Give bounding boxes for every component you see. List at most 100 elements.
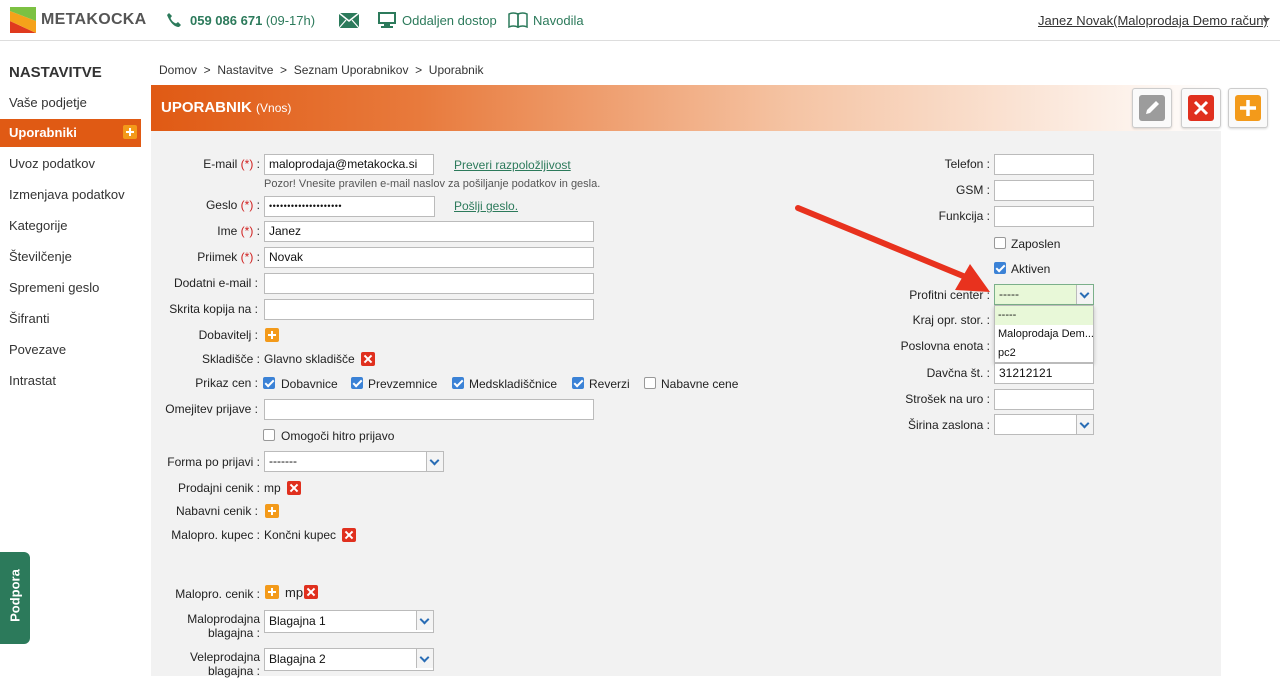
prices-purchase-checkbox[interactable] xyxy=(644,377,656,389)
warehouse-label: Skladišče : xyxy=(201,352,260,366)
sidebar-item-numbering[interactable]: Številčenje xyxy=(0,243,141,271)
warehouse-value: Glavno skladišče xyxy=(264,352,355,366)
mail-icon[interactable] xyxy=(339,13,359,28)
top-bar: METAKOCKA 059 086 671 (09-17h) Oddaljen … xyxy=(0,0,1280,41)
sales-pricelist-label: Prodajni cenik : xyxy=(177,481,260,495)
function-field[interactable] xyxy=(994,206,1094,227)
tax-number-field[interactable]: 31212121 xyxy=(994,363,1094,384)
password-field[interactable]: •••••••••••••••••••• xyxy=(264,196,435,217)
sidebar-item-import[interactable]: Uvoz podatkov xyxy=(0,150,141,178)
phone-label: Telefon : xyxy=(944,157,990,171)
chevron-down-icon[interactable] xyxy=(416,649,433,668)
check-availability-link[interactable]: Preveri razpoložljivost xyxy=(454,158,571,172)
name-field[interactable]: Janez xyxy=(264,221,594,242)
email-field[interactable]: maloprodaja@metakocka.si xyxy=(264,154,434,175)
business-unit-label: Poslovna enota : xyxy=(900,339,990,353)
add-retail-pricelist-icon[interactable] xyxy=(265,585,279,599)
prices-transfers-checkbox[interactable] xyxy=(452,377,464,389)
login-limit-field[interactable] xyxy=(264,399,594,420)
bcc-field[interactable] xyxy=(264,299,594,320)
phone-number[interactable]: 059 086 671 (09-17h) xyxy=(190,13,315,28)
supplier-label: Dobavitelj : xyxy=(198,328,258,342)
wholesale-register-select[interactable]: Blagajna 2 xyxy=(264,648,434,671)
annotation-arrow-icon xyxy=(795,205,990,292)
retail-pricelist-label: Malopro. cenik : xyxy=(175,587,260,601)
chevron-down-icon[interactable] xyxy=(416,611,433,630)
add-button[interactable] xyxy=(1228,88,1268,128)
screen-width-select[interactable] xyxy=(994,414,1094,435)
phone-field[interactable] xyxy=(994,154,1094,175)
close-icon xyxy=(1188,95,1214,121)
chevron-down-icon[interactable] xyxy=(1076,415,1093,434)
sidebar-item-intrastat[interactable]: Intrastat xyxy=(0,367,141,395)
chevron-down-icon[interactable] xyxy=(426,452,443,471)
gsm-field[interactable] xyxy=(994,180,1094,201)
retail-pricelist-value: mp xyxy=(285,585,304,600)
add-supplier-icon[interactable] xyxy=(265,328,279,342)
quick-login-checkbox[interactable] xyxy=(263,429,275,441)
password-label: Geslo (*) : xyxy=(205,198,260,212)
support-tab[interactable]: Podpora xyxy=(0,552,30,644)
surname-label: Priimek (*) : xyxy=(197,250,260,264)
add-purchase-pricelist-icon[interactable] xyxy=(265,504,279,518)
manuals-link[interactable]: Navodila xyxy=(533,13,584,28)
sidebar-item-change-password[interactable]: Spremeni geslo xyxy=(0,274,141,302)
remote-access-link[interactable]: Oddaljen dostop xyxy=(402,13,497,28)
add-user-icon[interactable] xyxy=(123,125,137,139)
sidebar-item-exchange[interactable]: Izmenjava podatkov xyxy=(0,181,141,209)
profit-center-option[interactable]: pc2 xyxy=(995,344,1093,363)
extra-email-field[interactable] xyxy=(264,273,594,294)
book-icon xyxy=(508,12,528,28)
phone-icon xyxy=(167,13,181,27)
prices-reverse-checkbox[interactable] xyxy=(572,377,584,389)
prices-transfers-label: Medskladiščnice xyxy=(469,377,558,391)
sidebar-item-connections[interactable]: Povezave xyxy=(0,336,141,364)
pencil-icon xyxy=(1139,95,1165,121)
hourly-cost-field[interactable] xyxy=(994,389,1094,410)
chevron-down-icon[interactable] xyxy=(1076,285,1093,304)
retail-customer-label: Malopro. kupec : xyxy=(171,528,260,542)
sidebar-item-codebooks[interactable]: Šifranti xyxy=(0,305,141,333)
cancel-button[interactable] xyxy=(1181,88,1221,128)
send-password-link[interactable]: Pošlji geslo. xyxy=(454,199,518,213)
brand-name[interactable]: METAKOCKA xyxy=(41,11,147,29)
sales-pricelist-value: mp xyxy=(264,481,281,495)
sidebar-item-users[interactable]: Uporabniki xyxy=(0,119,141,147)
profit-center-select[interactable]: ----- xyxy=(994,284,1094,305)
form-after-login-select[interactable]: ------- xyxy=(264,451,444,472)
name-label: Ime (*) : xyxy=(217,224,260,238)
hourly-cost-label: Strošek na uro : xyxy=(905,392,990,406)
remove-warehouse-icon[interactable] xyxy=(361,352,375,366)
page-header xyxy=(151,85,1221,131)
edit-button[interactable] xyxy=(1132,88,1172,128)
retail-register-label: Maloprodajna blagajna : xyxy=(187,612,260,640)
profit-center-options: ----- Maloprodaja Dem... pc2 xyxy=(994,305,1094,363)
employed-label: Zaposlen xyxy=(1011,237,1061,251)
profit-center-option[interactable]: ----- xyxy=(995,306,1093,325)
warehouse-end-label: Kraj opr. stor. : xyxy=(912,313,990,327)
extra-email-label: Dodatni e-mail : xyxy=(173,276,258,290)
metakocka-logo-icon[interactable] xyxy=(10,7,36,33)
profit-center-option[interactable]: Maloprodaja Dem... xyxy=(995,325,1093,344)
remove-retail-customer-icon[interactable] xyxy=(342,528,356,542)
bcc-label: Skrita kopija na : xyxy=(169,302,258,316)
sidebar-item-company[interactable]: Vaše podjetje xyxy=(0,89,141,117)
retail-register-select[interactable]: Blagajna 1 xyxy=(264,610,434,633)
user-menu[interactable]: Janez Novak(Maloprodaja Demo račun) xyxy=(1038,13,1268,28)
prices-receipts-label: Prevzemnice xyxy=(368,377,438,391)
remove-sales-pricelist-icon[interactable] xyxy=(287,481,301,495)
login-limit-label: Omejitev prijave : xyxy=(165,402,258,416)
breadcrumb[interactable]: Domov > Nastavitve > Seznam Uporabnikov … xyxy=(159,63,484,77)
tax-number-label: Davčna št. : xyxy=(926,366,990,380)
prices-delivery-checkbox[interactable] xyxy=(263,377,275,389)
prices-receipts-checkbox[interactable] xyxy=(351,377,363,389)
prices-reverse-label: Reverzi xyxy=(589,377,630,391)
screen-width-label: Širina zaslona : xyxy=(907,418,990,432)
sidebar-item-categories[interactable]: Kategorije xyxy=(0,212,141,240)
surname-field[interactable]: Novak xyxy=(264,247,594,268)
chevron-down-icon[interactable] xyxy=(1262,18,1270,23)
plus-icon xyxy=(1235,95,1261,121)
remove-retail-pricelist-icon[interactable] xyxy=(304,585,318,599)
active-label: Aktiven xyxy=(1011,262,1051,276)
wholesale-register-label: Veleprodajna blagajna : xyxy=(189,650,260,678)
